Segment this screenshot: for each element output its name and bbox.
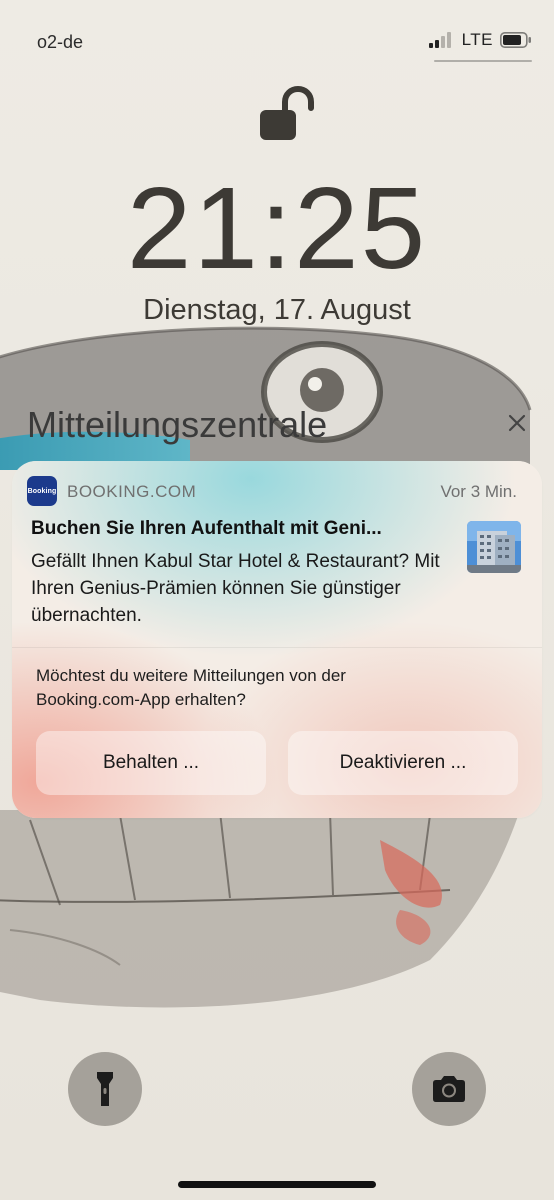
keep-button[interactable]: Behalten ... (36, 731, 266, 795)
unlocked-padlock-icon (260, 86, 314, 140)
booking-app-icon: Booking (27, 476, 57, 506)
hotel-thumbnail (467, 521, 521, 573)
home-indicator[interactable] (178, 1181, 376, 1188)
app-name: BOOKING.COM (67, 482, 197, 501)
clock: 21:25 (126, 163, 428, 293)
signal-bars-icon (428, 32, 451, 48)
status-bar: o2-de LTE (0, 0, 554, 80)
app-icon-label: Booking (27, 487, 57, 495)
card-divider (12, 647, 542, 648)
status-indicators: LTE (428, 30, 532, 50)
camera-icon (433, 1076, 465, 1102)
network-type-label: LTE (461, 30, 493, 49)
lock-screen: o2-de LTE 21:25 Dienstag, 17. August Mit… (0, 0, 554, 1200)
control-center-handle[interactable] (434, 60, 532, 62)
carrier-label: o2-de (37, 32, 84, 52)
flashlight-button[interactable] (68, 1052, 142, 1126)
notification-settings-prompt: Möchtest du weitere Mitteilungen von der… (36, 666, 346, 709)
notification-title: Buchen Sie Ihren Aufenthalt mit Geni... (31, 518, 382, 539)
battery-icon (500, 32, 531, 48)
date-label: Dienstag, 17. August (143, 294, 411, 326)
camera-button[interactable] (412, 1052, 486, 1126)
flashlight-icon (97, 1072, 113, 1106)
close-icon (508, 414, 526, 432)
deactivate-button[interactable]: Deaktivieren ... (288, 731, 518, 795)
notification-body: Gefällt Ihnen Kabul Star Hotel & Restaur… (31, 551, 440, 626)
notification-center-title: Mitteilungszentrale (27, 404, 328, 445)
notification-time: Vor 3 Min. (440, 482, 517, 501)
close-button[interactable] (500, 406, 534, 440)
notification-card[interactable]: Booking BOOKING.COM Vor 3 Min. Buchen Si… (12, 461, 542, 818)
